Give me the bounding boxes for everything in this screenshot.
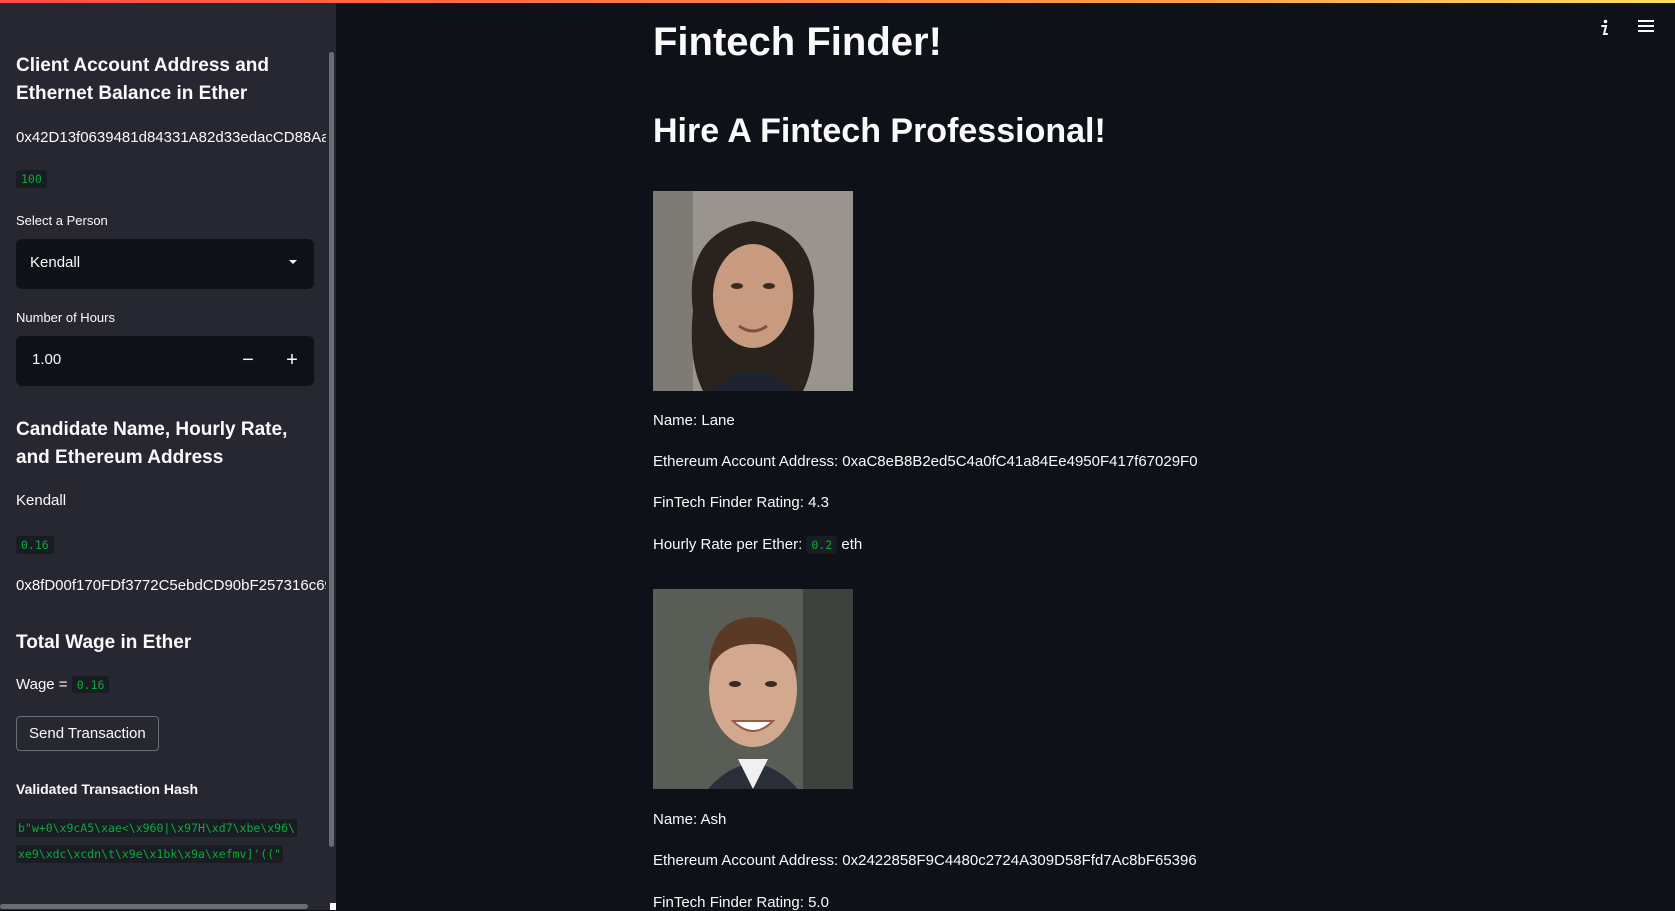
sidebar-horizontal-scrollbar[interactable]	[0, 904, 308, 909]
page-title: Fintech Finder!	[653, 20, 942, 64]
candidate-name-ash: Name: Ash	[653, 811, 727, 828]
info-icon[interactable]	[1590, 18, 1618, 42]
wage-line: Wage = 0.16	[16, 676, 326, 693]
candidate-address-lane: Ethereum Account Address: 0xaC8eB8B2ed5C…	[653, 453, 1198, 470]
balance-value: 100	[16, 170, 47, 188]
rate-suffix: eth	[841, 536, 863, 553]
candidate-address: 0x8fD00f170FDf3772C5ebdCD90bF257316c69B/	[16, 577, 326, 594]
candidate-photo-lane	[653, 191, 853, 391]
hamburger-menu-icon[interactable]	[1632, 18, 1660, 42]
chevron-down-icon	[288, 254, 298, 270]
page-subtitle: Hire A Fintech Professional!	[653, 112, 1106, 150]
account-heading: Client Account Address and Ethernet Bala…	[16, 55, 270, 104]
wage-heading: Total Wage in Ether	[16, 632, 192, 653]
hours-label: Number of Hours	[16, 310, 115, 325]
hours-number-input[interactable]: 1.00 − +	[16, 336, 314, 386]
wage-value: 0.16	[71, 676, 110, 693]
hash-line-1: b"w+0\x9cA5\xae<\x960|\x97H\xd7\xbe\x96\	[16, 819, 297, 837]
top-decoration-bar	[0, 0, 1675, 3]
sidebar-vertical-scrollbar[interactable]	[329, 52, 334, 847]
sidebar: Client Account Address and Ethernet Bala…	[0, 0, 336, 910]
hash-heading: Validated Transaction Hash	[16, 781, 199, 797]
candidate-name-lane: Name: Lane	[653, 412, 735, 429]
select-person-dropdown[interactable]: Kendall	[16, 239, 314, 289]
candidate-photo-ash	[653, 589, 853, 789]
account-address: 0x42D13f0639481d84331A82d33edacCD88Aa3d	[16, 129, 326, 146]
candidate-rate: 0.16	[16, 536, 54, 554]
candidate-rate-lane: Hourly Rate per Ether: 0.2 eth	[653, 536, 863, 554]
candidate-rating-ash: FinTech Finder Rating: 5.0	[653, 894, 829, 911]
hash-line-2: xe9\xdc\xcdn\t\x9e\x1bk\x9a\xefmv]'(("	[16, 845, 284, 863]
increment-button[interactable]: +	[270, 336, 314, 386]
rate-prefix: Hourly Rate per Ether:	[653, 536, 803, 553]
transaction-hash: b"w+0\x9cA5\xae<\x960|\x97H\xd7\xbe\x96\…	[16, 815, 314, 867]
rate-value: 0.2	[806, 536, 838, 554]
main-content: Fintech Finder! Hire A Fintech Professio…	[336, 0, 1675, 911]
candidate-rate-code: 0.16	[16, 536, 54, 554]
decrement-button[interactable]: −	[226, 336, 270, 386]
candidate-rating-lane: FinTech Finder Rating: 4.3	[653, 494, 829, 511]
select-person-label: Select a Person	[16, 213, 108, 228]
candidate-address-ash: Ethereum Account Address: 0x2422858F9C44…	[653, 852, 1197, 869]
wage-prefix: Wage =	[16, 676, 68, 693]
send-transaction-button[interactable]: Send Transaction	[16, 716, 159, 751]
selected-person: Kendall	[30, 254, 81, 271]
candidate-heading: Candidate Name, Hourly Rate, and Ethereu…	[16, 419, 288, 468]
candidate-name: Kendall	[16, 492, 67, 509]
balance-code: 100	[16, 170, 47, 188]
hours-value[interactable]: 1.00	[32, 351, 61, 368]
